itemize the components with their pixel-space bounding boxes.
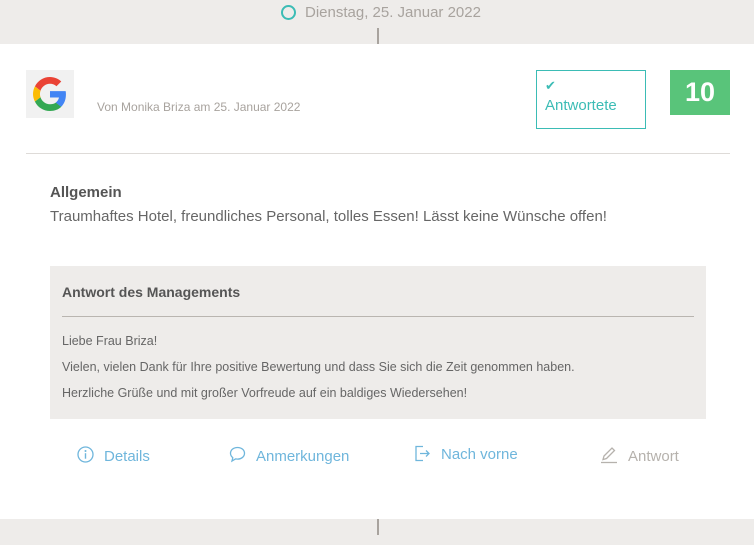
details-label: Details	[104, 448, 150, 465]
review-card: Von Monika Briza am 25. Januar 2022 ✔ An…	[0, 44, 754, 519]
reply-button[interactable]: Antwort	[600, 444, 679, 465]
review-text: Traumhaftes Hotel, freundliches Personal…	[50, 208, 607, 225]
notes-label: Anmerkungen	[256, 448, 350, 465]
comment-icon	[229, 446, 246, 463]
response-title: Antwort des Managements	[62, 284, 241, 300]
management-response: Antwort des Managements Liebe Frau Briza…	[50, 266, 706, 419]
timeline-date-label: Dienstag, 25. Januar 2022	[305, 4, 481, 21]
review-category: Allgemein	[50, 184, 122, 201]
status-badge: ✔ Antwortete	[536, 70, 646, 129]
header-divider	[26, 153, 730, 154]
timeline-header: Dienstag, 25. Januar 2022	[0, 0, 754, 44]
response-divider	[62, 316, 694, 317]
action-bar: Details Anmerkungen Nach vorne Antwort	[0, 444, 754, 474]
pencil-icon	[601, 446, 617, 463]
sign-out-icon	[415, 445, 430, 462]
timeline-dot-icon	[281, 5, 296, 20]
timeline-date: Dienstag, 25. Januar 2022	[281, 4, 481, 21]
timeline-connector-bottom	[377, 519, 379, 535]
forward-button[interactable]: Nach vorne	[414, 444, 518, 463]
info-icon	[77, 446, 94, 463]
notes-button[interactable]: Anmerkungen	[229, 444, 349, 465]
google-logo-icon	[26, 70, 74, 118]
score-badge: 10	[670, 70, 730, 115]
timeline-connector	[377, 28, 379, 44]
reply-label: Antwort	[628, 448, 679, 465]
response-line: Vielen, vielen Dank für Ihre positive Be…	[62, 360, 575, 374]
check-icon: ✔	[545, 78, 556, 93]
response-line: Liebe Frau Briza!	[62, 334, 158, 348]
details-button[interactable]: Details	[77, 444, 150, 465]
status-label: Antwortete	[545, 97, 617, 114]
review-author-line: Von Monika Briza am 25. Januar 2022	[97, 100, 301, 114]
response-line: Herzliche Grüße und mit großer Vorfreude…	[62, 386, 468, 400]
forward-label: Nach vorne	[441, 446, 518, 463]
